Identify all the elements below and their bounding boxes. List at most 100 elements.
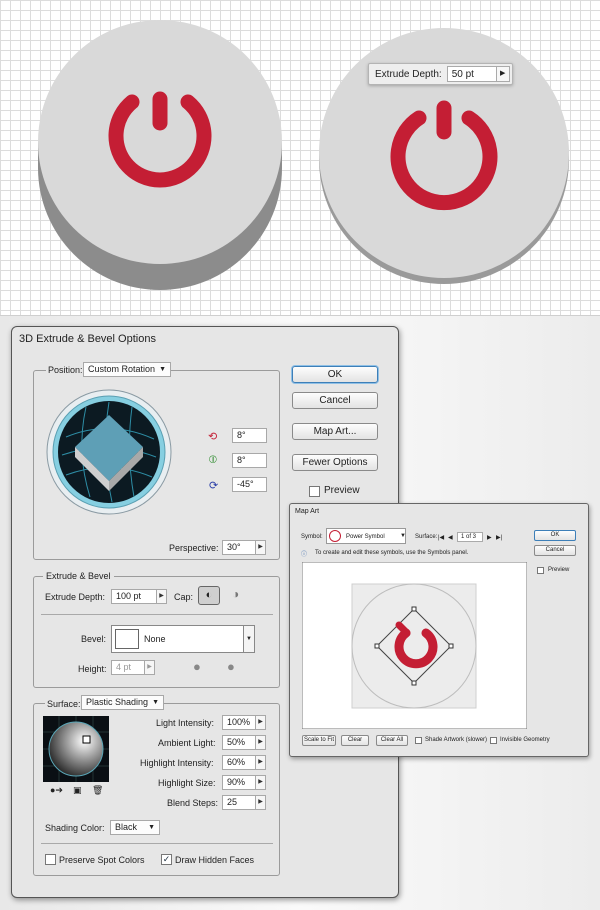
ambient-light-field[interactable]: 50% <box>222 735 256 750</box>
ok-button[interactable]: OK <box>292 366 378 383</box>
surface-value: 1 of 3 <box>457 532 483 542</box>
symbol-dropdown[interactable]: Power Symbol <box>326 528 406 544</box>
surface-preview-canvas[interactable] <box>302 562 527 729</box>
cap-on-icon[interactable]: ◐ <box>198 586 220 605</box>
invisible-geometry-checkbox[interactable] <box>490 737 497 744</box>
rotate-y-icon: ⦶ <box>209 454 217 466</box>
cancel-button[interactable]: Cancel <box>292 392 378 409</box>
extrude-depth-tooltip: Extrude Depth: 50 pt ▶ <box>368 63 513 85</box>
rotate-y-field[interactable]: 8° <box>232 453 267 468</box>
blend-steps-field[interactable]: 25 <box>222 795 256 810</box>
height-field[interactable]: 4 pt <box>111 660 145 675</box>
shade-artwork-checkbox[interactable] <box>415 737 422 744</box>
rotate-x-icon: ⟲ <box>208 431 218 443</box>
rotate-z-icon: ⟳ <box>209 480 219 492</box>
cap-label: Cap: <box>174 592 194 602</box>
rotation-cube-track[interactable] <box>46 389 172 515</box>
lighting-sphere-preview[interactable] <box>43 716 109 782</box>
ambient-light-label: Ambient Light: <box>158 738 216 748</box>
light-intensity-stepper[interactable]: ▶ <box>255 715 266 730</box>
invisible-geometry-label: Invisible Geometry <box>500 737 550 743</box>
shading-color-dropdown[interactable]: Black ▼ <box>110 820 160 835</box>
bevel-dropdown-chevron[interactable]: ▼ <box>243 625 255 653</box>
extrude-depth-input[interactable]: 50 pt <box>446 66 497 82</box>
prev-surface-icon[interactable]: ◀ <box>448 534 453 541</box>
divider <box>41 843 273 844</box>
last-surface-icon[interactable]: ▶| <box>496 534 502 541</box>
cap-off-icon[interactable]: ◑ <box>232 587 239 601</box>
preview-checkbox[interactable] <box>309 486 320 497</box>
blend-steps-stepper[interactable]: ▶ <box>255 795 266 810</box>
divider <box>41 614 273 615</box>
bevel-extent-out-icon[interactable]: ● <box>193 659 201 674</box>
shading-color-value: Black <box>115 822 138 832</box>
extrude-depth-field-stepper[interactable]: ▶ <box>156 589 167 604</box>
surface-dropdown[interactable]: Plastic Shading ▼ <box>81 695 164 710</box>
highlight-size-field[interactable]: 90% <box>222 775 256 790</box>
perspective-label: Perspective: <box>169 543 219 553</box>
artboard-grid: Extrude Depth: 50 pt ▶ <box>0 0 600 316</box>
move-light-back-icon[interactable]: ●➔ <box>50 785 63 796</box>
map-art-dialog: Map Art Symbol: Power Symbol ▼ Surface: … <box>289 503 589 757</box>
chevron-down-icon: ▼ <box>159 366 166 373</box>
height-stepper[interactable]: ▶ <box>144 660 155 675</box>
bevel-extent-in-icon[interactable]: ● <box>227 659 235 674</box>
chevron-down-icon: ▼ <box>152 699 159 706</box>
highlight-size-stepper[interactable]: ▶ <box>255 775 266 790</box>
first-surface-icon[interactable]: |◀ <box>438 534 444 541</box>
next-surface-icon[interactable]: ▶ <box>487 534 492 541</box>
preserve-spot-checkbox[interactable] <box>45 854 56 865</box>
new-light-icon[interactable]: ▣ <box>73 785 82 796</box>
clear-all-button[interactable]: Clear All <box>376 735 408 746</box>
info-icon: ⓘ <box>301 552 308 558</box>
fewer-options-button[interactable]: Fewer Options <box>292 454 378 471</box>
delete-light-icon[interactable]: 🗑 <box>92 785 103 796</box>
scale-to-fit-button[interactable]: Scale to Fit <box>302 735 336 746</box>
map-ok-button[interactable]: OK <box>534 530 576 541</box>
position-dropdown[interactable]: Custom Rotation ▼ <box>83 362 171 377</box>
highlight-intensity-stepper[interactable]: ▶ <box>255 755 266 770</box>
highlight-intensity-field[interactable]: 60% <box>222 755 256 770</box>
symbol-value: Power Symbol <box>346 534 385 540</box>
rotate-x-field[interactable]: 8° <box>232 428 267 443</box>
bevel-dropdown[interactable]: None <box>111 625 244 653</box>
extrude-depth-field[interactable]: 100 pt <box>111 589 157 604</box>
preview-label: Preview <box>324 485 360 496</box>
position-label: Position: <box>46 365 85 375</box>
surface-dropdown-value: Plastic Shading <box>86 697 149 707</box>
power-button-art-left <box>38 20 282 290</box>
map-preview-label: Preview <box>548 567 570 573</box>
symbol-label: Symbol: <box>301 534 323 540</box>
map-art-title: Map Art <box>295 508 320 515</box>
highlight-size-label: Highlight Size: <box>158 778 216 788</box>
bevel-preview-icon <box>115 629 139 649</box>
draw-hidden-checkbox[interactable]: ✓ <box>161 854 172 865</box>
perspective-stepper[interactable]: ▶ <box>255 540 266 555</box>
bevel-value: None <box>144 634 166 644</box>
extrude-bevel-legend: Extrude & Bevel <box>43 571 114 581</box>
light-intensity-label: Light Intensity: <box>156 718 215 728</box>
symbol-dropdown-chevron[interactable]: ▼ <box>400 533 406 539</box>
light-intensity-field[interactable]: 100% <box>222 715 256 730</box>
map-preview-checkbox[interactable] <box>537 567 544 574</box>
extrude-depth-stepper[interactable]: ▶ <box>496 66 510 82</box>
shading-color-label: Shading Color: <box>45 823 105 833</box>
chevron-down-icon: ▼ <box>148 824 155 831</box>
preserve-spot-label: Preserve Spot Colors <box>59 855 145 865</box>
shade-artwork-label: Shade Artwork (slower) <box>425 737 488 743</box>
surface-label: Surface: <box>415 534 438 540</box>
perspective-field[interactable]: 30° <box>222 540 256 555</box>
map-art-button[interactable]: Map Art... <box>292 423 378 440</box>
highlight-intensity-label: Highlight Intensity: <box>140 758 214 768</box>
map-cancel-button[interactable]: Cancel <box>534 545 576 556</box>
dialog-title: 3D Extrude & Bevel Options <box>19 333 156 345</box>
info-text: To create and edit these symbols, use th… <box>315 550 469 556</box>
surface-label: Surface: <box>45 699 83 709</box>
position-dropdown-value: Custom Rotation <box>88 364 156 374</box>
draw-hidden-label: Draw Hidden Faces <box>175 855 255 865</box>
clear-button[interactable]: Clear <box>341 735 369 746</box>
bevel-label: Bevel: <box>81 634 107 644</box>
ambient-light-stepper[interactable]: ▶ <box>255 735 266 750</box>
extrude-depth-label: Extrude Depth: <box>45 592 106 602</box>
rotate-z-field[interactable]: -45° <box>232 477 267 492</box>
